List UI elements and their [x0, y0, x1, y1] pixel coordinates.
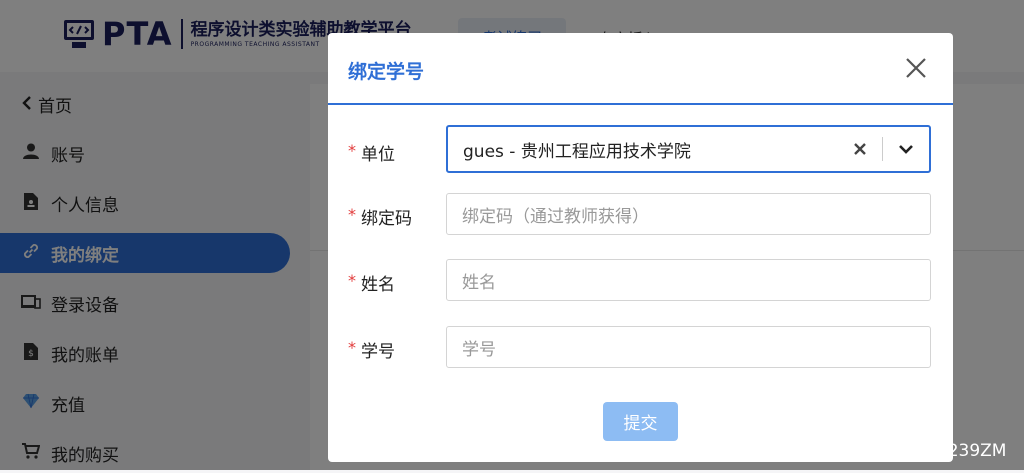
required-marker: * [348, 271, 356, 290]
code-label: 绑定码 [361, 209, 412, 229]
dialog-header: 绑定学号 [328, 33, 953, 105]
unit-select[interactable]: gues - 贵州工程应用技术学院 [446, 125, 931, 173]
close-icon[interactable] [904, 56, 928, 80]
form-row-unit: * 单位 gues - 贵州工程应用技术学院 [348, 125, 933, 175]
watermark: CSDN @5239ZM [866, 441, 1007, 461]
name-input[interactable]: 姓名 [446, 259, 931, 301]
required-marker: * [348, 338, 356, 357]
student-id-label: 学号 [361, 342, 395, 362]
form-row-name: * 姓名 姓名 [348, 259, 933, 305]
dialog-title: 绑定学号 [348, 61, 425, 83]
unit-select-value: gues - 贵州工程应用技术学院 [463, 141, 691, 162]
binding-code-input[interactable]: 绑定码（通过教师获得） [446, 193, 931, 235]
bind-student-id-dialog: 绑定学号 * 单位 gues - 贵州工程应用技术学院 * 绑定码 绑定码（通过… [328, 33, 953, 462]
form-row-student-id: * 学号 学号 [348, 326, 933, 372]
student-id-input[interactable]: 学号 [446, 326, 931, 368]
clear-icon[interactable] [838, 127, 882, 171]
required-marker: * [348, 141, 356, 160]
unit-label: 单位 [361, 145, 395, 165]
submit-button[interactable]: 提交 [603, 402, 678, 441]
form-row-code: * 绑定码 绑定码（通过教师获得） [348, 193, 933, 239]
chevron-down-icon[interactable] [883, 127, 929, 171]
name-label: 姓名 [361, 275, 395, 295]
required-marker: * [348, 205, 356, 224]
